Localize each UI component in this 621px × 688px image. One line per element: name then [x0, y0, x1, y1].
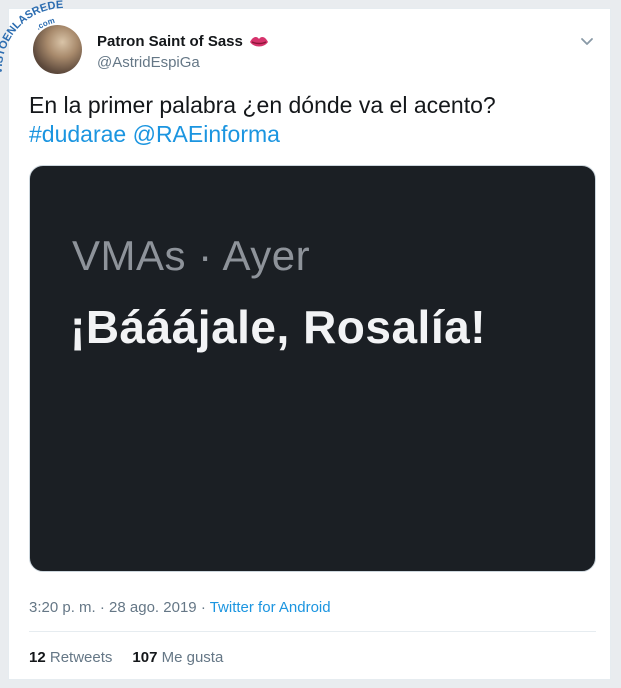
- divider: [29, 631, 596, 632]
- chevron-down-icon[interactable]: [578, 33, 596, 51]
- tweet-source-link[interactable]: Twitter for Android: [210, 599, 331, 616]
- likes-label: Me gusta: [161, 649, 224, 666]
- retweets-stat[interactable]: 12 Retweets: [29, 649, 112, 666]
- likes-count: 107: [132, 649, 158, 666]
- tweet-stats: 12 Retweets 107 Me gusta: [29, 649, 223, 666]
- tweet-card: Patron Saint of Sass @AstridEspiGa En la…: [8, 8, 611, 680]
- avatar[interactable]: [33, 25, 82, 74]
- tweet-media-image[interactable]: VMAs · Ayer ¡Bááájale, Rosalía!: [29, 165, 596, 572]
- likes-stat[interactable]: 107 Me gusta: [132, 649, 223, 666]
- media-headline: ¡Bááájale, Rosalía!: [70, 301, 487, 353]
- tweet-meta: 3:20 p. m. · 28 ago. 2019 · Twitter for …: [29, 599, 331, 616]
- meta-separator: ·: [200, 599, 206, 616]
- retweets-label: Retweets: [49, 649, 113, 666]
- retweets-count: 12: [29, 649, 46, 666]
- tweet-text-line: En la primer palabra ¿en dónde va el ace…: [29, 92, 496, 118]
- author-handle[interactable]: @AstridEspiGa: [97, 54, 200, 71]
- media-subtitle: VMAs · Ayer: [72, 232, 311, 279]
- tweet-text: En la primer palabra ¿en dónde va el ace…: [29, 91, 589, 149]
- author-name-text[interactable]: Patron Saint of Sass: [97, 33, 243, 50]
- mention-link[interactable]: @RAEinforma: [133, 121, 280, 147]
- hashtag-link[interactable]: #dudarae: [29, 121, 126, 147]
- author-display-name[interactable]: Patron Saint of Sass: [97, 33, 269, 50]
- tweet-date[interactable]: 28 ago. 2019: [109, 599, 197, 616]
- lips-emoji-icon: [249, 36, 268, 46]
- tweet-time[interactable]: 3:20 p. m.: [29, 599, 96, 616]
- meta-separator: ·: [99, 599, 105, 616]
